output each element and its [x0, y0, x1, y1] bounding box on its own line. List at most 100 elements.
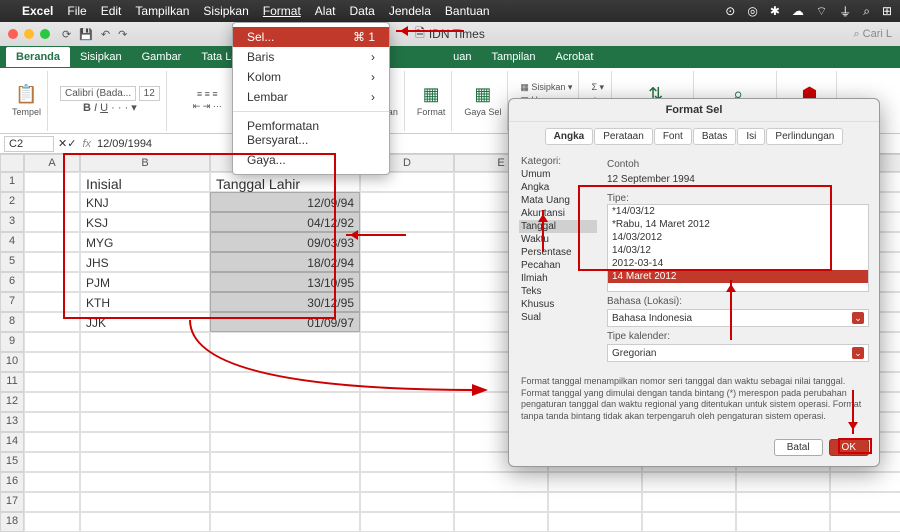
tab-home[interactable]: Beranda — [6, 47, 70, 67]
cell[interactable] — [24, 512, 80, 532]
cell[interactable] — [24, 232, 80, 252]
cell[interactable] — [24, 272, 80, 292]
redo-icon[interactable]: ↷ — [118, 28, 127, 41]
cell[interactable] — [210, 372, 360, 392]
row-header[interactable]: 5 — [0, 252, 24, 272]
cell[interactable] — [548, 492, 642, 512]
dtab-font[interactable]: Font — [654, 128, 692, 145]
cell[interactable] — [80, 432, 210, 452]
cell[interactable] — [548, 472, 642, 492]
paste-group[interactable]: 📋Tempel — [6, 71, 48, 131]
cell[interactable]: 04/12/92 — [210, 212, 360, 232]
category-list[interactable]: Kategori: Umum Angka Mata Uang Akuntansi… — [519, 155, 597, 362]
cell-styles[interactable]: ▦Gaya Sel — [458, 71, 508, 131]
traffic-lights[interactable] — [8, 29, 50, 39]
tab-acrobat[interactable]: Acrobat — [546, 47, 604, 67]
type-item[interactable]: 14/03/2012 — [608, 231, 868, 244]
cell[interactable] — [24, 212, 80, 232]
cell[interactable]: Inisial — [80, 172, 210, 192]
formula-value[interactable]: 12/09/1994 — [97, 138, 152, 150]
cell[interactable] — [642, 492, 736, 512]
cell[interactable] — [360, 192, 454, 212]
row-header[interactable]: 6 — [0, 272, 24, 292]
col-b[interactable]: B — [80, 154, 210, 172]
font-select[interactable]: Calibri (Bada... — [60, 86, 136, 101]
cell[interactable] — [24, 292, 80, 312]
menu-help[interactable]: Bantuan — [445, 4, 490, 18]
cat-item-date[interactable]: Tanggal — [519, 220, 597, 233]
quick-access[interactable]: ⟳ 💾 ↶ ↷ — [62, 28, 127, 41]
cell[interactable]: Tanggal Lahir — [210, 172, 360, 192]
type-item[interactable]: 2012-03-14 — [608, 257, 868, 270]
type-item-selected[interactable]: 14 Maret 2012 — [608, 270, 868, 283]
cell[interactable]: KSJ — [80, 212, 210, 232]
cell[interactable] — [454, 512, 548, 532]
cell[interactable] — [360, 512, 454, 532]
italic-btn[interactable]: I — [94, 102, 97, 114]
cell[interactable] — [210, 492, 360, 512]
cell[interactable]: PJM — [80, 272, 210, 292]
cell[interactable] — [360, 432, 454, 452]
row-header[interactable]: 10 — [0, 352, 24, 372]
dtab-fill[interactable]: Isi — [737, 128, 765, 145]
cat-item[interactable]: Teks — [519, 285, 597, 298]
dtab-number[interactable]: Angka — [545, 128, 594, 145]
row-header[interactable]: 4 — [0, 232, 24, 252]
cell[interactable] — [80, 512, 210, 532]
cell[interactable] — [24, 492, 80, 512]
row-header[interactable]: 1 — [0, 172, 24, 192]
cat-item[interactable]: Pecahan — [519, 259, 597, 272]
row-header[interactable]: 8 — [0, 312, 24, 332]
cell[interactable] — [736, 492, 830, 512]
cell[interactable] — [360, 352, 454, 372]
cell[interactable] — [210, 352, 360, 372]
cell[interactable]: 12/09/94 — [210, 192, 360, 212]
row-header[interactable]: 12 — [0, 392, 24, 412]
cancel-button[interactable]: Batal — [774, 439, 823, 456]
cell[interactable] — [80, 352, 210, 372]
row-header[interactable]: 17 — [0, 492, 24, 512]
cat-item[interactable]: Waktu — [519, 233, 597, 246]
cell[interactable] — [24, 352, 80, 372]
cell[interactable]: 13/10/95 — [210, 272, 360, 292]
cell[interactable] — [24, 172, 80, 192]
cat-item[interactable]: Sual — [519, 311, 597, 324]
cell[interactable] — [210, 512, 360, 532]
cell[interactable]: KNJ — [80, 192, 210, 212]
calendar-select[interactable]: Gregorian⌄ — [607, 344, 869, 362]
cell[interactable] — [210, 452, 360, 472]
search-icon[interactable]: ⌕ — [863, 4, 870, 19]
cell[interactable]: MYG — [80, 232, 210, 252]
cat-item[interactable]: Angka — [519, 181, 597, 194]
menu-insert[interactable]: Sisipkan — [203, 4, 248, 18]
menu-cells[interactable]: Sel...⌘ 1 — [233, 27, 389, 47]
fx-cancel[interactable]: ✕ — [58, 137, 67, 150]
cell[interactable] — [360, 492, 454, 512]
bold-btn[interactable]: B — [83, 102, 91, 114]
cell[interactable] — [360, 312, 454, 332]
cell[interactable] — [360, 392, 454, 412]
cell[interactable] — [210, 432, 360, 452]
menu-data[interactable]: Data — [349, 4, 374, 18]
cat-item[interactable]: Khusus — [519, 298, 597, 311]
cell[interactable] — [210, 332, 360, 352]
menu-cond[interactable]: Pemformatan Bersyarat... — [233, 116, 389, 150]
cell[interactable] — [642, 472, 736, 492]
autosave-icon[interactable]: ⟳ — [62, 28, 71, 41]
search-ph[interactable]: Cari L — [863, 28, 892, 40]
cell[interactable] — [80, 452, 210, 472]
cell[interactable] — [360, 252, 454, 272]
cell[interactable] — [360, 332, 454, 352]
type-listbox[interactable]: *14/03/12 *Rabu, 14 Maret 2012 14/03/201… — [607, 204, 869, 292]
row-header[interactable]: 13 — [0, 412, 24, 432]
cell[interactable] — [24, 252, 80, 272]
cell[interactable]: KTH — [80, 292, 210, 312]
cell[interactable] — [210, 472, 360, 492]
size-select[interactable]: 12 — [139, 86, 160, 101]
col-a[interactable]: A — [24, 154, 80, 172]
cell[interactable] — [454, 492, 548, 512]
name-box[interactable]: C2 — [4, 136, 54, 152]
cell[interactable] — [360, 452, 454, 472]
cell[interactable] — [830, 492, 900, 512]
cell[interactable] — [80, 492, 210, 512]
